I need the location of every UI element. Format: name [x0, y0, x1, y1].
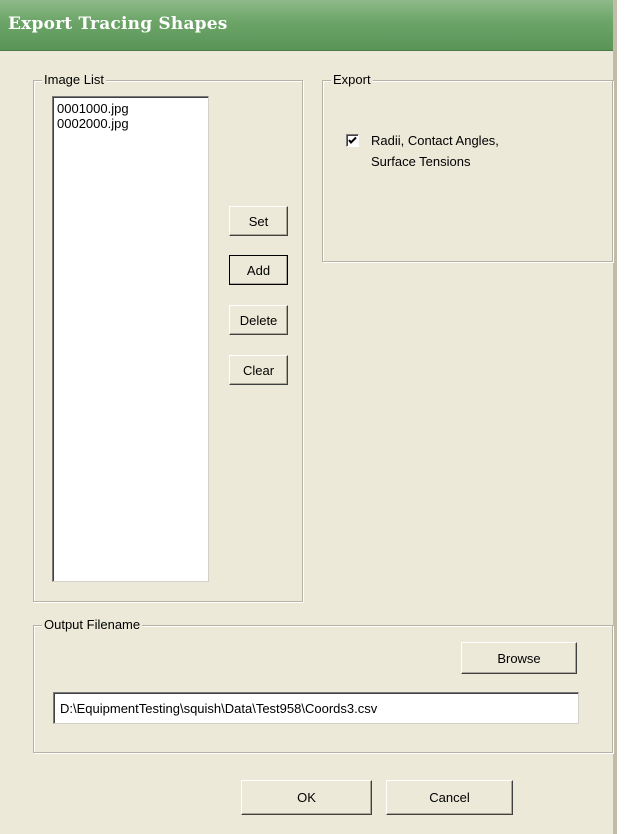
export-tracing-shapes-dialog: Export Tracing Shapes Image List 0001000…: [0, 0, 617, 834]
set-button-label: Set: [248, 213, 269, 229]
add-button[interactable]: Add: [229, 255, 288, 285]
ok-button-label: OK: [297, 790, 316, 805]
image-list-legend: Image List: [42, 72, 106, 88]
add-button-label: Add: [246, 262, 271, 278]
ok-button[interactable]: OK: [241, 780, 372, 815]
list-item[interactable]: 0002000.jpg: [57, 116, 204, 131]
radii-checkbox-label-line1: Radii, Contact Angles,: [371, 133, 499, 148]
browse-button[interactable]: Browse: [461, 642, 577, 674]
export-legend: Export: [331, 72, 373, 88]
browse-button-label: Browse: [497, 650, 541, 666]
cancel-button[interactable]: Cancel: [386, 780, 513, 815]
image-listbox[interactable]: 0001000.jpg 0002000.jpg: [52, 96, 209, 582]
delete-button[interactable]: Delete: [229, 305, 288, 335]
dialog-title: Export Tracing Shapes: [8, 14, 228, 34]
set-button[interactable]: Set: [229, 206, 288, 236]
delete-button-label: Delete: [239, 312, 278, 328]
radii-checkbox-label-line2: Surface Tensions: [371, 154, 471, 169]
output-filename-field[interactable]: [53, 692, 579, 724]
checkmark-icon: [348, 136, 357, 144]
title-bar[interactable]: Export Tracing Shapes: [0, 0, 613, 51]
cancel-button-label: Cancel: [429, 790, 470, 805]
output-filename-legend: Output Filename: [42, 617, 143, 633]
radii-checkbox-label[interactable]: Radii, Contact Angles, Surface Tensions: [371, 130, 499, 172]
clear-button[interactable]: Clear: [229, 355, 288, 385]
clear-button-label: Clear: [242, 362, 275, 378]
radii-checkbox[interactable]: [346, 134, 359, 147]
list-item[interactable]: 0001000.jpg: [57, 101, 204, 116]
